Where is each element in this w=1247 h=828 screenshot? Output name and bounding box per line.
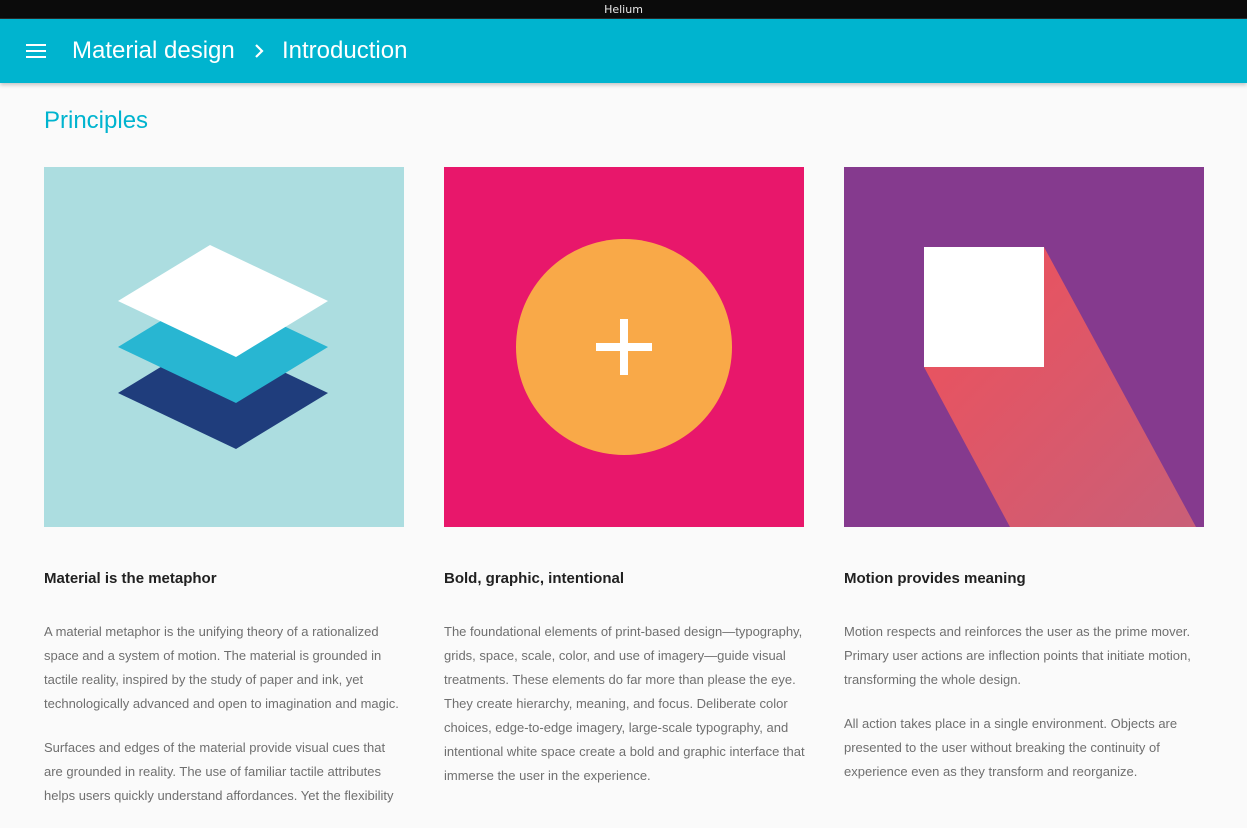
breadcrumb-current: Introduction	[282, 37, 408, 64]
card-body: Motion respects and reinforces the user …	[844, 620, 1206, 804]
card-paragraph: The foundational elements of print-based…	[444, 624, 805, 783]
material-metaphor-illustration	[44, 167, 404, 527]
section-title: Principles	[44, 107, 149, 134]
window-title: Helium	[604, 3, 643, 16]
app-bar: Material design Introduction	[0, 19, 1247, 83]
card-body: The foundational elements of print-based…	[444, 620, 806, 808]
motion-square-icon	[844, 167, 1204, 527]
layers-icon	[44, 167, 404, 527]
card-paragraph: Surfaces and edges of the material provi…	[44, 740, 394, 803]
hamburger-menu-icon	[26, 44, 46, 58]
card-paragraph: A material metaphor is the unifying theo…	[44, 624, 399, 711]
card-title: Bold, graphic, intentional	[444, 570, 624, 587]
menu-button[interactable]	[18, 33, 54, 69]
chevron-right-icon	[255, 44, 264, 58]
card-title: Material is the metaphor	[44, 570, 217, 587]
window-titlebar[interactable]: Helium	[0, 0, 1247, 19]
card-title: Motion provides meaning	[844, 570, 1026, 587]
motion-meaning-illustration	[844, 167, 1204, 527]
card-body: A material metaphor is the unifying theo…	[44, 620, 406, 828]
card-paragraph: Motion respects and reinforces the user …	[844, 624, 1191, 687]
card-paragraph: All action takes place in a single envir…	[844, 716, 1178, 779]
bold-graphic-illustration	[444, 167, 804, 527]
add-circle-icon	[444, 167, 804, 527]
breadcrumb-parent-link[interactable]: Material design	[72, 37, 235, 65]
